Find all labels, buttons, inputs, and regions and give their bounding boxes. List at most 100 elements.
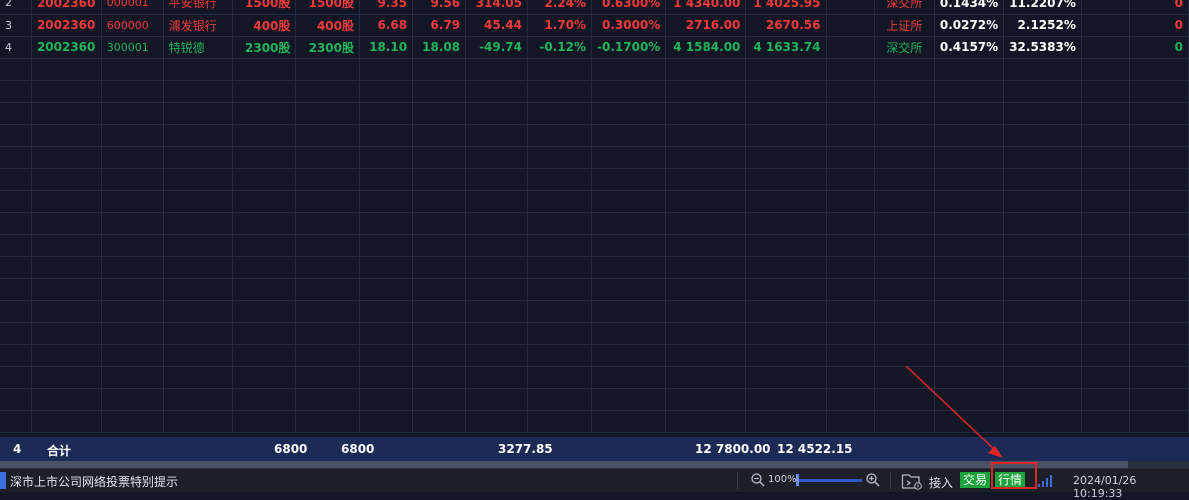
empty-row (0, 124, 1189, 147)
grid-cell (359, 256, 414, 279)
grid-cell (874, 124, 935, 147)
grid-cell (31, 190, 102, 213)
grid-cell (101, 366, 164, 389)
market-value-cell: 1 4025.95 (745, 0, 827, 15)
grid-cell (31, 300, 102, 323)
grid-cell (465, 124, 528, 147)
exchange-cell: 深交所 (874, 36, 935, 59)
grid-cell (934, 388, 1005, 411)
grid-cell (295, 344, 361, 367)
empty-row (0, 344, 1189, 367)
table-row[interactable]: 2 2002360 000001 平安银行 1500股 1500股 9.35 9.56 314.… (0, 0, 1189, 15)
zoom-out-icon[interactable] (750, 472, 766, 488)
grid-cell (591, 300, 667, 323)
grid-cell (31, 344, 102, 367)
grid-cell (359, 212, 414, 235)
holding-cell: 2300股 (232, 36, 297, 59)
grid-cell (527, 124, 592, 147)
grid-cell (163, 322, 233, 345)
grid-cell (0, 410, 32, 433)
scrollbar-thumb[interactable] (0, 461, 1128, 468)
grid-cell (1129, 388, 1189, 411)
cost-value-cell: 1 4340.00 (665, 0, 747, 15)
table-row[interactable]: 4 2002360 300001 特锐德 2300股 2300股 18.10 18.08 -49… (0, 36, 1189, 59)
profit-pct-cell: -0.12% (527, 36, 592, 59)
trade-connection-badge[interactable]: 交易 (960, 472, 991, 488)
grid-cell (101, 58, 164, 81)
grid-cell (745, 212, 827, 235)
grid-cell (826, 256, 875, 279)
empty-row (0, 278, 1189, 301)
grid-cell (527, 58, 592, 81)
grid-cell (0, 256, 32, 279)
grid-cell (826, 410, 875, 433)
grid-cell (295, 168, 361, 191)
grid-cell (0, 80, 32, 103)
grid-cell (1129, 190, 1189, 213)
zoom-in-icon[interactable] (865, 472, 881, 488)
grid-cell (1129, 344, 1189, 367)
grid-cell (874, 146, 935, 169)
exchange-cell: 深交所 (874, 0, 935, 15)
grid-cell (874, 102, 935, 125)
grid-cell (1081, 212, 1131, 235)
grid-cell (412, 80, 467, 103)
grid-cell (412, 322, 467, 345)
grid-cell (591, 168, 667, 191)
grid-cell (826, 14, 875, 37)
news-ticker[interactable]: 深市上市公司网络投票特别提示 (10, 473, 178, 490)
grid-cell (0, 146, 32, 169)
grid-cell (0, 190, 32, 213)
grid-cell (163, 102, 233, 125)
grid-cell (1081, 102, 1131, 125)
grid-cell (1081, 410, 1131, 433)
grid-cell (874, 410, 935, 433)
market-value-cell: 4 1633.74 (745, 36, 827, 59)
grid-cell (1081, 80, 1131, 103)
grid-cell (1003, 300, 1082, 323)
summary-profit: 3277.85 (498, 442, 553, 456)
empty-row (0, 58, 1189, 81)
profit-pct-cell: 2.24% (527, 0, 592, 15)
table-row[interactable]: 3 2002360 600000 浦发银行 400股 400股 6.68 6.79 45.44 1… (0, 14, 1189, 37)
grid-cell (665, 410, 747, 433)
grid-cell (101, 212, 164, 235)
grid-cell (465, 168, 528, 191)
grid-cell (359, 344, 414, 367)
grid-cell (1129, 410, 1189, 433)
grid-cell (0, 388, 32, 411)
grid-cell (359, 168, 414, 191)
grid-cell (31, 168, 102, 191)
grid-cell (934, 344, 1005, 367)
grid-cell (934, 256, 1005, 279)
grid-cell (412, 234, 467, 257)
grid-cell (295, 212, 361, 235)
zoom-slider-thumb[interactable] (796, 474, 799, 486)
grid-cell (465, 388, 528, 411)
connect-button[interactable]: 接入 (929, 474, 953, 491)
available-cell: 1500股 (295, 0, 361, 15)
grid-cell (31, 322, 102, 345)
grid-cell (232, 256, 297, 279)
grid-cell (1081, 256, 1131, 279)
grid-cell (1003, 58, 1082, 81)
grid-cell (527, 300, 592, 323)
grid-cell (31, 410, 102, 433)
available-cell: 400股 (295, 14, 361, 37)
grid-cell (232, 322, 297, 345)
grid-cell (1129, 102, 1189, 125)
positions-grid[interactable]: 2 2002360 000001 平安银行 1500股 1500股 9.35 9.56 314.… (0, 0, 1189, 437)
grid-cell (826, 168, 875, 191)
grid-cell (591, 322, 667, 345)
zoom-slider[interactable] (796, 479, 862, 482)
holding-cell: 1500股 (232, 0, 297, 15)
ratio-cell: 0.4157% (934, 36, 1005, 59)
grid-cell (163, 168, 233, 191)
empty-row (0, 410, 1189, 433)
folder-connect-icon[interactable] (901, 472, 923, 490)
grid-cell (1003, 212, 1082, 235)
grid-cell (934, 234, 1005, 257)
row-index: 4 (0, 36, 32, 59)
grid-cell (874, 300, 935, 323)
available-cell: 2300股 (295, 36, 361, 59)
